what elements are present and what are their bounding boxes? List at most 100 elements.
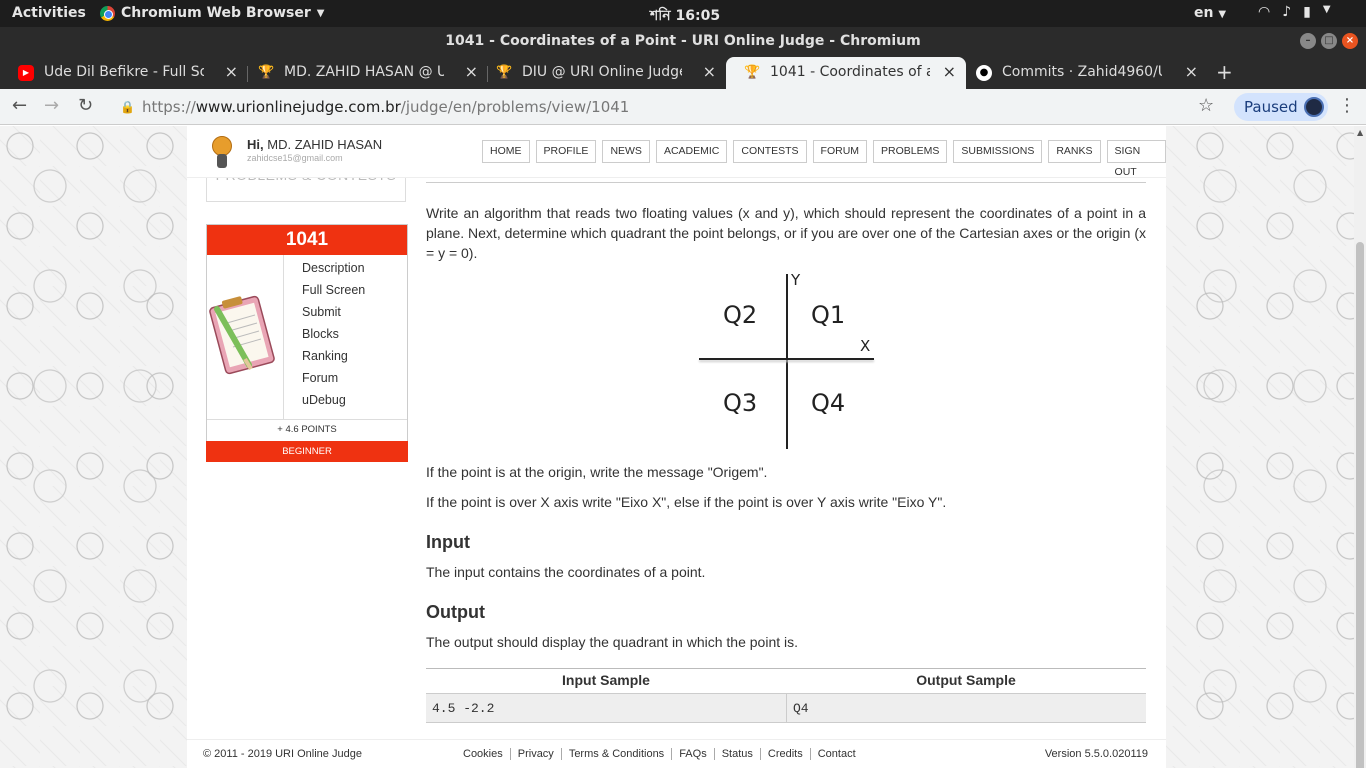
- maximize-icon[interactable]: □: [1321, 33, 1337, 49]
- divider: [283, 255, 284, 419]
- tab-label: DIU @ URI Online Judge: [522, 64, 682, 80]
- system-tray[interactable]: ◠ ♪ ▮ ▼: [1258, 4, 1331, 20]
- close-icon[interactable]: ×: [703, 57, 716, 87]
- problem-intro: Write an algorithm that reads two floati…: [426, 205, 1146, 261]
- tab-problem-1041[interactable]: 🏆 1041 - Coordinates of a Po ×: [726, 57, 966, 89]
- reload-icon[interactable]: ↻: [78, 95, 93, 116]
- main-nav: HOME PROFILE NEWS ACADEMIC CONTESTS FORU…: [482, 140, 1166, 178]
- nav-ranks[interactable]: RANKS: [1048, 140, 1101, 163]
- scroll-up-icon[interactable]: ▲: [1357, 128, 1363, 137]
- nav-academic[interactable]: ACADEMIC: [655, 140, 728, 163]
- nav-submissions[interactable]: SUBMISSIONS: [953, 140, 1043, 163]
- nav-sign-out[interactable]: SIGN OUT: [1106, 140, 1166, 178]
- input-heading: Input: [426, 532, 470, 552]
- nav-contests[interactable]: CONTESTS: [733, 140, 807, 163]
- samples-table: Input Sample Output Sample 4.5 -2.2 Q4: [426, 668, 1146, 723]
- close-icon[interactable]: ×: [225, 57, 238, 87]
- problem-link-description[interactable]: Description: [302, 261, 365, 283]
- quadrant-label-q1: Q1: [811, 301, 846, 329]
- output-sample-header: Output Sample: [916, 672, 1016, 688]
- axis-rule: If the point is over X axis write "Eixo …: [426, 494, 947, 510]
- nav-problems[interactable]: PROBLEMS: [873, 140, 948, 163]
- user-email: zahidcse15@gmail.com: [247, 153, 343, 163]
- tab-github-commits[interactable]: ● Commits · Zahid4960/Uri_ ×: [958, 57, 1208, 89]
- close-icon[interactable]: ×: [465, 57, 478, 87]
- user-avatar[interactable]: [207, 134, 237, 168]
- footer-link-credits[interactable]: Credits: [759, 748, 810, 760]
- site-footer: © 2011 - 2019 URI Online Judge Cookies P…: [187, 739, 1166, 768]
- app-menu[interactable]: Chromium Web Browser ▼: [100, 5, 324, 21]
- tab-diu[interactable]: 🏆 DIU @ URI Online Judge ×: [478, 57, 726, 89]
- url-host: www.urionlinejudge.com.br: [195, 98, 401, 116]
- nav-forum[interactable]: FORUM: [812, 140, 868, 163]
- footer-link-cookies[interactable]: Cookies: [463, 748, 510, 760]
- profile-paused-button[interactable]: Paused: [1234, 93, 1328, 121]
- x-axis-line: [699, 358, 874, 360]
- avatar-head-shape: [212, 136, 232, 156]
- trophy-icon: 🏆: [744, 65, 761, 80]
- chevron-down-icon: ▼: [1322, 4, 1331, 15]
- tab-strip: ▶ Ude Dil Befikre - Full Song × 🏆 MD. ZA…: [0, 55, 1366, 89]
- close-icon[interactable]: ×: [943, 57, 956, 87]
- toolbar: ← → ↻ 🔒 https://www.urionlinejudge.com.b…: [0, 89, 1366, 125]
- close-icon[interactable]: ×: [1342, 33, 1358, 49]
- x-axis-label: X: [860, 337, 871, 355]
- bookmark-star-icon[interactable]: ☆: [1198, 95, 1214, 116]
- version-label: Version 5.5.0.020119: [1044, 748, 1148, 760]
- problem-sidebar-box: 1041 Description Full Screen Submit Bloc…: [206, 224, 408, 462]
- window-title: 1041 - Coordinates of a Point - URI Onli…: [445, 33, 921, 49]
- problem-level-badge: BEGINNER: [206, 441, 408, 462]
- nav-profile[interactable]: PROFILE: [535, 140, 597, 163]
- activities-button[interactable]: Activities: [12, 5, 86, 21]
- footer-link-status[interactable]: Status: [713, 748, 760, 760]
- language-indicator[interactable]: en ▼: [1194, 5, 1226, 21]
- new-tab-button[interactable]: +: [1216, 60, 1233, 84]
- app-menu-label: Chromium Web Browser: [121, 5, 311, 21]
- window-controls: – □ ×: [1300, 33, 1358, 49]
- table-row: 4.5 -2.2 Q4: [426, 693, 1146, 723]
- footer-link-contact[interactable]: Contact: [809, 748, 863, 760]
- page-background: PROBLEMS & CONTESTS Hi, MD. ZAHID HASAN …: [0, 126, 1354, 768]
- tab-profile[interactable]: 🏆 MD. ZAHID HASAN @ URI ×: [240, 57, 488, 89]
- close-icon[interactable]: ×: [1185, 57, 1198, 87]
- problem-number: 1041: [207, 225, 407, 255]
- forward-arrow-icon[interactable]: →: [44, 95, 59, 116]
- tab-youtube[interactable]: ▶ Ude Dil Befikre - Full Song ×: [0, 57, 248, 89]
- tab-label: MD. ZAHID HASAN @ URI: [284, 64, 444, 80]
- url-scheme: https://: [142, 98, 196, 116]
- footer-link-terms[interactable]: Terms & Conditions: [560, 748, 671, 760]
- back-arrow-icon[interactable]: ←: [12, 95, 27, 116]
- input-sample-value: 4.5 -2.2: [432, 701, 495, 716]
- problem-link-full-screen[interactable]: Full Screen: [302, 283, 365, 305]
- user-greeting: Hi, MD. ZAHID HASAN: [247, 137, 382, 152]
- user-name: MD. ZAHID HASAN: [267, 137, 383, 152]
- output-sample-value: Q4: [786, 694, 1146, 722]
- chromium-icon: [100, 5, 115, 21]
- site-header: Hi, MD. ZAHID HASAN zahidcse15@gmail.com…: [187, 126, 1166, 178]
- output-heading: Output: [426, 602, 485, 622]
- menu-kebab-icon[interactable]: ⋮: [1338, 95, 1356, 116]
- address-bar[interactable]: 🔒 https://www.urionlinejudge.com.br/judg…: [110, 93, 1230, 121]
- nav-news[interactable]: NEWS: [602, 140, 650, 163]
- page-scrollbar[interactable]: ▲: [1354, 126, 1366, 768]
- problem-link-ranking[interactable]: Ranking: [302, 349, 365, 371]
- scrollbar-thumb[interactable]: [1356, 242, 1364, 768]
- footer-link-faqs[interactable]: FAQs: [671, 748, 714, 760]
- footer-link-privacy[interactable]: Privacy: [509, 748, 561, 760]
- trophy-icon: 🏆: [258, 65, 275, 80]
- avatar: [1303, 97, 1324, 117]
- footer-links: Cookies Privacy Terms & Conditions FAQs …: [463, 740, 863, 760]
- y-axis-line: [786, 274, 788, 449]
- nav-home[interactable]: HOME: [482, 140, 530, 163]
- problem-link-forum[interactable]: Forum: [302, 371, 365, 393]
- y-axis-label: Y: [791, 271, 801, 289]
- problem-link-blocks[interactable]: Blocks: [302, 327, 365, 349]
- clock[interactable]: শনি 16:05: [650, 4, 720, 28]
- input-sample-header: Input Sample: [562, 672, 650, 688]
- language-label: en: [1194, 5, 1214, 21]
- problem-link-udebug[interactable]: uDebug: [302, 393, 365, 415]
- problem-link-submit[interactable]: Submit: [302, 305, 365, 327]
- minimize-icon[interactable]: –: [1300, 33, 1316, 49]
- lock-icon: 🔒: [120, 100, 135, 114]
- tab-label: Ude Dil Befikre - Full Song: [44, 64, 204, 80]
